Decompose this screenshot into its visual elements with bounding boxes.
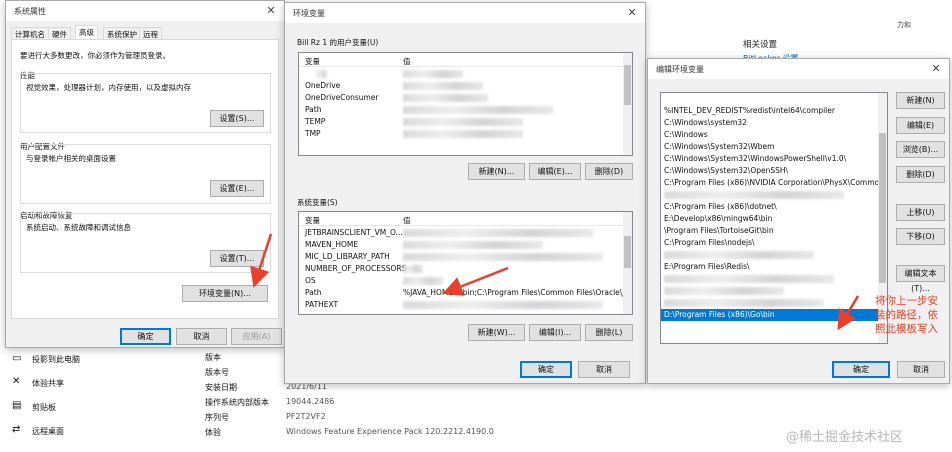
arrow-to-go-path [837, 295, 860, 331]
arrow-to-path-row [442, 266, 509, 296]
arrow-to-env-button [250, 233, 273, 288]
annotation-arrows [250, 233, 860, 331]
